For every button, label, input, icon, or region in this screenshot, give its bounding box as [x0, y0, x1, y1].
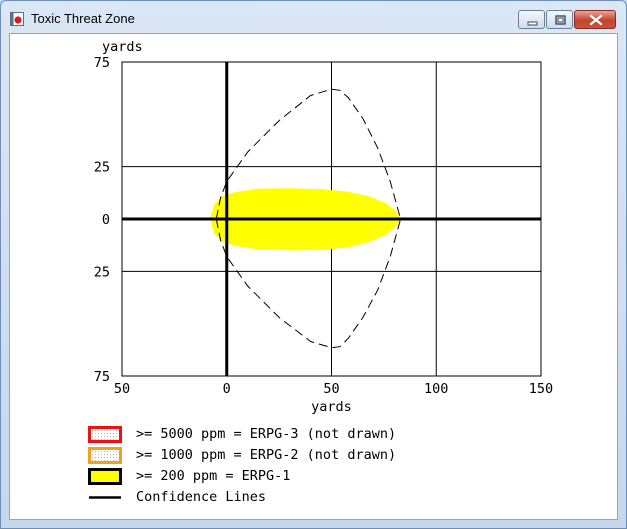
y-axis-unit-label: yards	[102, 39, 143, 55]
window-title: Toxic Threat Zone	[31, 11, 135, 26]
maximize-button[interactable]	[546, 10, 573, 29]
plot-client-area: 50 0 50 100 150 75 25 0 25 75 yards yards >= 5000…	[9, 33, 618, 520]
x-tick-label-1: 0	[223, 381, 231, 397]
legend-label-erpg1: >= 200 ppm = ERPG-1	[136, 468, 291, 484]
x-axis-unit-label: yards	[311, 399, 352, 415]
erpg1-swatch	[88, 468, 122, 485]
app-icon	[10, 12, 24, 26]
erpg2-swatch	[88, 447, 122, 464]
y-tick-label-1: 25	[94, 160, 110, 176]
legend-label-erpg3: >= 5000 ppm = ERPG-3 (not drawn)	[136, 426, 397, 442]
legend-label-erpg2: >= 1000 ppm = ERPG-2 (not drawn)	[136, 447, 397, 463]
close-icon	[589, 14, 603, 26]
y-tick-label-4: 75	[94, 369, 110, 385]
x-tick-label-3: 100	[424, 381, 448, 397]
x-tick-label-4: 150	[529, 381, 553, 397]
app-window: Toxic Threat Zone 50 0 50 100 150 75 25 …	[0, 0, 627, 529]
x-tick-label-2: 50	[323, 381, 339, 397]
y-tick-label-0: 75	[94, 55, 110, 71]
legend-label-confidence: Confidence Lines	[136, 489, 267, 505]
close-button[interactable]	[574, 10, 616, 29]
y-tick-label-3: 25	[94, 264, 110, 280]
x-tick-label-0: 50	[114, 381, 130, 397]
title-bar[interactable]: Toxic Threat Zone	[1, 1, 626, 33]
minimize-icon	[527, 21, 538, 26]
erpg3-swatch	[88, 426, 122, 443]
confidence-line-swatch	[89, 496, 121, 499]
restore-icon	[555, 15, 566, 25]
minimize-button[interactable]	[518, 10, 545, 29]
y-tick-label-2: 0	[102, 212, 110, 228]
